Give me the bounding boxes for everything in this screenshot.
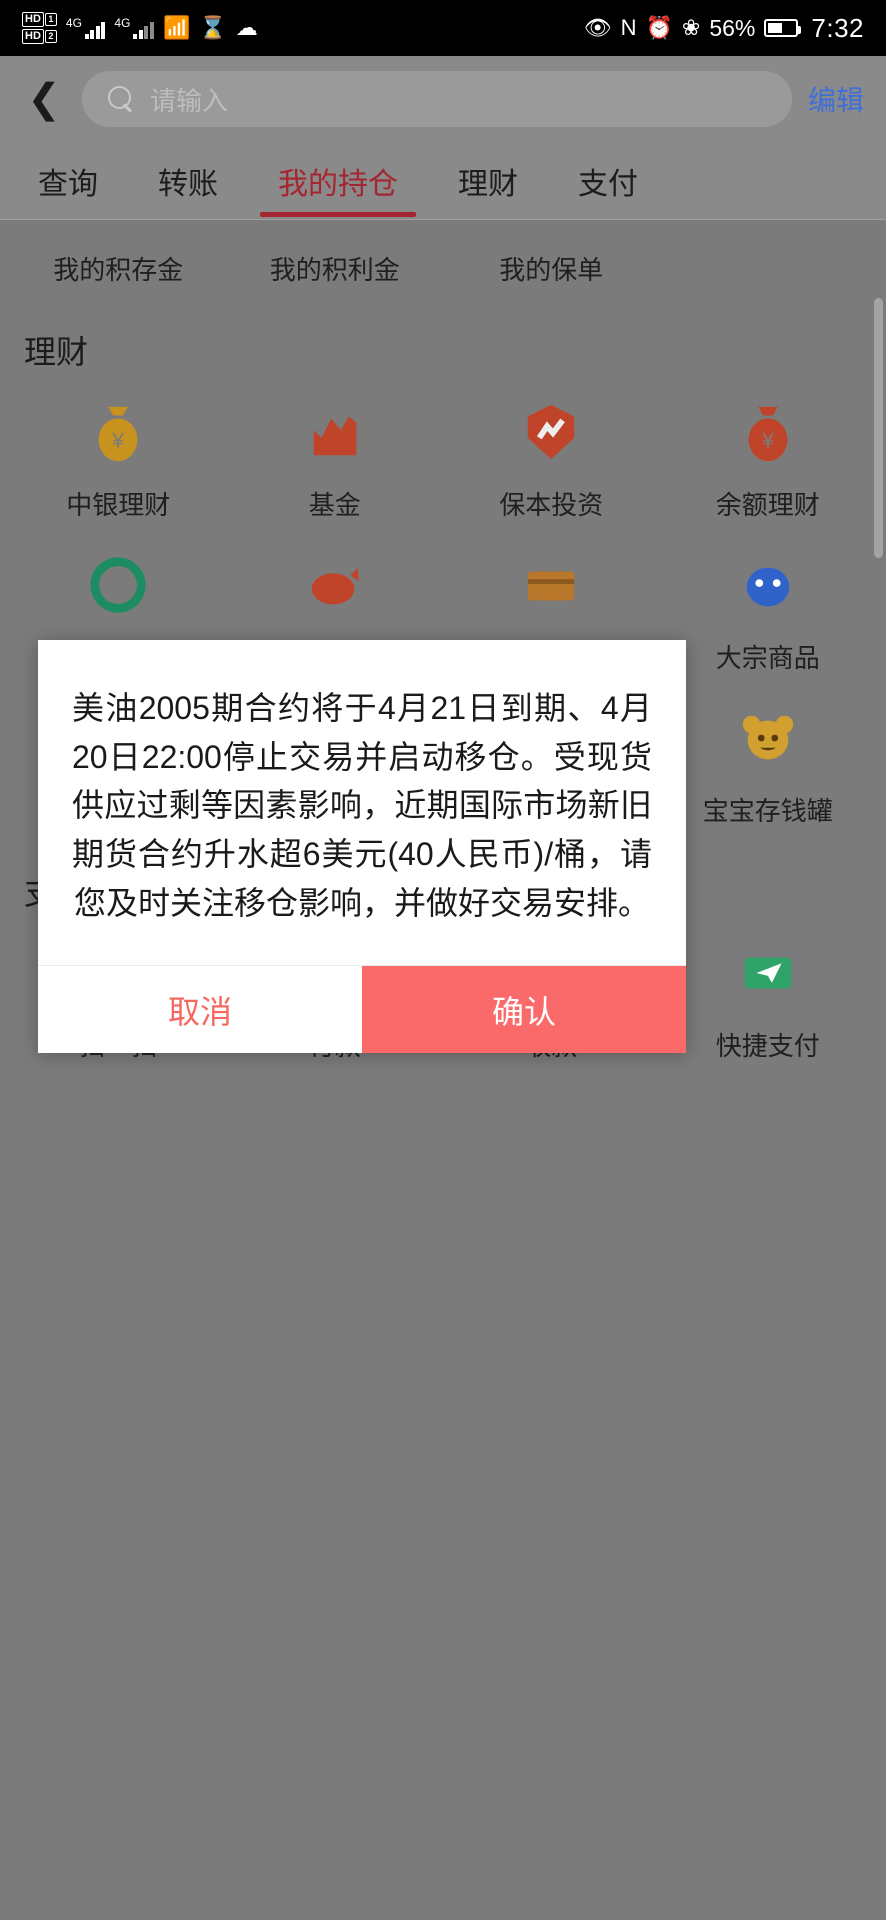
alert-dialog: 美油2005期合约将于4月21日到期、4月20日22:00停止交易并启动移仓。受… <box>38 640 686 1054</box>
dialog-message: 美油2005期合约将于4月21日到期、4月20日22:00停止交易并启动移仓。受… <box>72 690 652 921</box>
phone-screen: HD 1 HD 2 4G 4G 📶 ⌛ ☁ 👁 N ⏰ ❀ 56% 7:32 ❮… <box>0 0 886 1920</box>
confirm-button[interactable]: 确认 <box>362 966 686 1054</box>
cancel-button[interactable]: 取消 <box>38 966 362 1054</box>
dialog-actions: 取消 确认 <box>38 965 686 1054</box>
